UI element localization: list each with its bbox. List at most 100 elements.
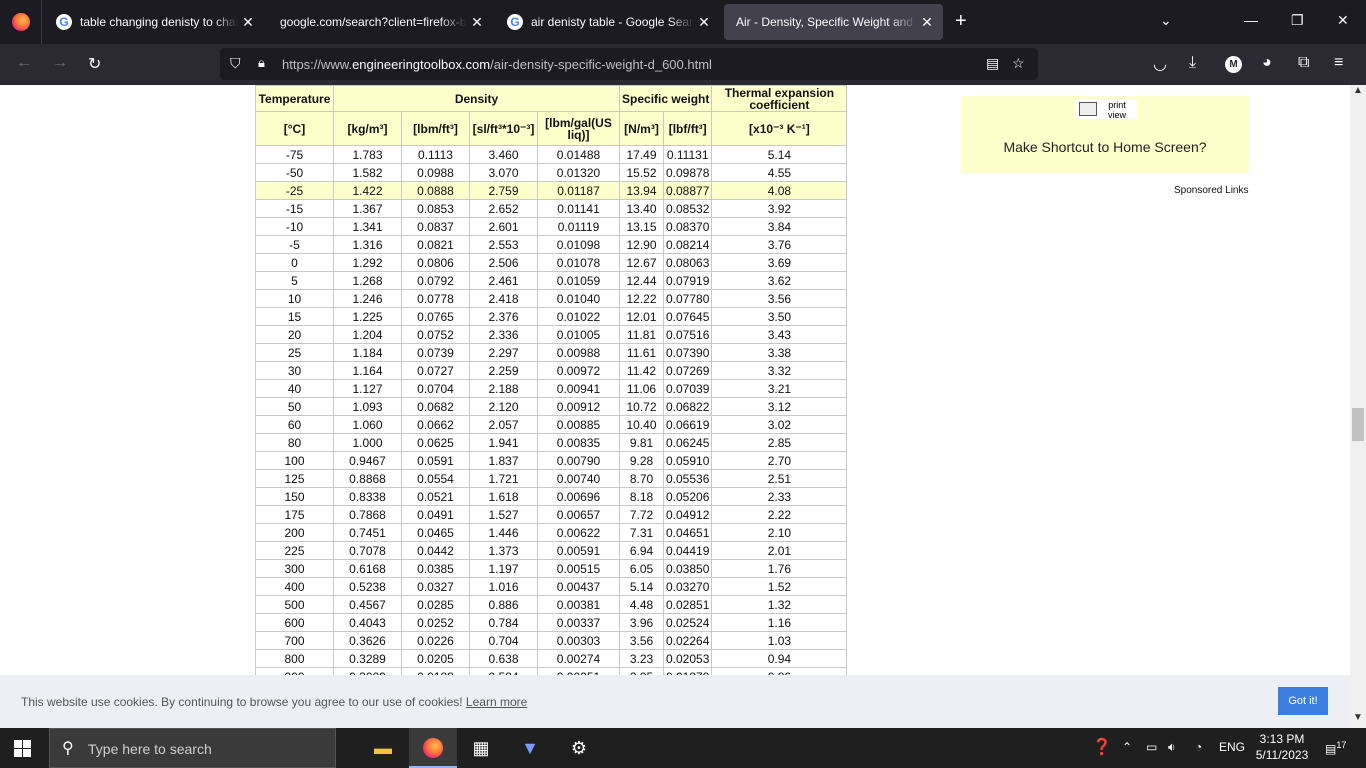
url-bar[interactable]: ⛉ 🔒︎ https://www.engineeringtoolbox.com/…: [220, 48, 1038, 80]
table-cell: 3.62: [711, 271, 848, 290]
settings-gear-icon[interactable]: ⚙: [567, 736, 591, 760]
list-tabs-icon[interactable]: ⌄: [1160, 12, 1172, 29]
table-cell: 8.18: [619, 487, 664, 506]
windows-start-button[interactable]: [14, 740, 31, 757]
url-text[interactable]: https://www.engineeringtoolbox.com/air-d…: [282, 57, 712, 72]
google-g-icon: G: [56, 14, 72, 30]
account-avatar[interactable]: M: [1225, 56, 1242, 73]
table-cell: 0.07390: [662, 343, 713, 362]
table-cell: 3.92: [711, 199, 848, 218]
close-tab-icon[interactable]: ✕: [917, 14, 937, 31]
table-row: 15 1.225 0.0765 2.376 0.01022 12.01 0.07645 3.5…: [255, 307, 848, 326]
hamburger-menu-icon[interactable]: ≡: [1334, 54, 1343, 72]
table-cell: 0.784: [469, 613, 538, 632]
file-explorer-icon[interactable]: ▬: [371, 736, 395, 760]
table-cell: 6.94: [619, 541, 664, 560]
table-cell: 0.6168: [333, 559, 402, 578]
tab-1[interactable]: G table changing denisty to chan ✕: [44, 4, 264, 40]
reader-view-icon[interactable]: ▤: [986, 55, 999, 72]
table-cell: 15: [255, 307, 334, 326]
close-window-icon[interactable]: ✕: [1337, 12, 1349, 29]
table-cell: 500: [255, 595, 334, 614]
tab-label: Air - Density, Specific Weight and Th: [736, 15, 917, 29]
forward-arrow-icon[interactable]: →: [52, 54, 68, 72]
table-cell: 1.246: [333, 289, 402, 308]
language-indicator[interactable]: ENG: [1219, 740, 1245, 754]
table-cell: 3.070: [469, 163, 538, 182]
learn-more-link[interactable]: Learn more: [466, 695, 527, 709]
table-cell: 0.08370: [662, 217, 713, 236]
volume-icon[interactable]: 🔉︎: [1168, 740, 1176, 755]
lock-icon[interactable]: 🔒︎: [258, 55, 265, 71]
table-cell: 0.0285: [401, 595, 470, 614]
table-cell: 0.06822: [662, 397, 713, 416]
home-screen-shortcut-link[interactable]: Make Shortcut to Home Screen?: [961, 139, 1249, 155]
cookie-accept-button[interactable]: Got it!: [1278, 687, 1328, 715]
tab-3[interactable]: G air denisty table - Google Search ✕: [495, 4, 720, 40]
table-cell: 3.76: [711, 235, 848, 254]
url-domain: engineeringtoolbox.com: [352, 57, 491, 72]
reload-icon[interactable]: ↻: [88, 54, 101, 74]
table-cell: -15: [255, 199, 334, 218]
url-prefix: https://www.: [282, 57, 353, 72]
minimize-icon[interactable]: —: [1244, 12, 1258, 28]
sponsored-links-label: Sponsored Links: [1174, 185, 1249, 196]
help-icon[interactable]: ❓: [1092, 737, 1112, 757]
table-cell: 30: [255, 361, 334, 380]
back-arrow-icon[interactable]: ←: [16, 54, 32, 72]
table-cell: 0.7868: [333, 505, 402, 524]
firefox-view-button[interactable]: [0, 0, 42, 44]
table-cell: 3.02: [711, 415, 848, 434]
table-cell: 2.297: [469, 343, 538, 362]
table-cell: 150: [255, 487, 334, 506]
chevron-up-icon[interactable]: ⌃: [1122, 740, 1132, 754]
close-tab-icon[interactable]: ✕: [467, 14, 487, 31]
table-row: -5 1.316 0.0821 2.553 0.01098 12.90 0.08214 3.7…: [255, 235, 848, 254]
table-cell: 600: [255, 613, 334, 632]
page-scrollbar[interactable]: ▲ ▼: [1350, 85, 1366, 728]
download-icon[interactable]: ⤓: [1189, 54, 1196, 72]
table-cell: 0.06619: [662, 415, 713, 434]
table-cell: 0.886: [469, 595, 538, 614]
close-tab-icon[interactable]: ✕: [694, 14, 714, 31]
close-tab-icon[interactable]: ✕: [238, 14, 258, 31]
table-cell: 0.0821: [401, 235, 470, 254]
table-cell: 0.3009: [333, 667, 402, 675]
pocket-icon[interactable]: ◡: [1153, 54, 1167, 74]
calculator-icon[interactable]: ▦: [469, 736, 493, 760]
restore-icon[interactable]: ❐: [1291, 12, 1304, 29]
table-cell: 2.33: [711, 487, 848, 506]
table-cell: 0.00912: [537, 397, 620, 416]
print-view-button[interactable]: print view: [1075, 99, 1137, 120]
network-icon[interactable]: ◔: [1195, 740, 1202, 754]
table-cell: 1.527: [469, 505, 538, 524]
table-cell: 7.31: [619, 523, 664, 542]
table-cell: 11.61: [619, 343, 664, 362]
system-clock[interactable]: 3:13 PM 5/11/2023: [1254, 731, 1310, 763]
bookmark-star-icon[interactable]: ☆: [1012, 55, 1025, 72]
tab-2[interactable]: google.com/search?client=firefox-b ✕: [268, 4, 493, 40]
taskbar-search-box[interactable]: ⚲ Type here to search: [49, 728, 336, 768]
extensions-puzzle-icon[interactable]: ⧉: [1298, 54, 1309, 72]
table-cell: 0.07039: [662, 379, 713, 398]
table-row: 10 1.246 0.0778 2.418 0.01040 12.22 0.07780 3.5…: [255, 289, 848, 308]
table-cell: 700: [255, 631, 334, 650]
notifications-icon[interactable]: ▤17: [1325, 740, 1346, 756]
scroll-up-arrow-icon[interactable]: ▲: [1353, 85, 1363, 96]
scrollbar-thumb[interactable]: [1352, 408, 1364, 441]
tab-4-active[interactable]: Air - Density, Specific Weight and Th ✕: [724, 4, 943, 40]
firefox-taskbar-icon[interactable]: [421, 736, 445, 760]
extension-icon[interactable]: ◕: [1262, 54, 1272, 72]
table-cell: 0.05536: [662, 469, 713, 488]
shield-icon[interactable]: ⛉: [230, 55, 241, 72]
table-cell: 1.316: [333, 235, 402, 254]
scroll-down-arrow-icon[interactable]: ▼: [1353, 712, 1363, 723]
table-cell: 2.22: [711, 505, 848, 524]
table-cell: 3.38: [711, 343, 848, 362]
meet-now-icon[interactable]: ▭: [1146, 740, 1157, 754]
table-cell: 2.506: [469, 253, 538, 272]
notification-count: 17: [1336, 740, 1347, 750]
new-tab-button[interactable]: +: [955, 10, 967, 33]
table-cell: 0.4567: [333, 595, 402, 614]
app-v-icon[interactable]: ▼: [518, 736, 542, 760]
